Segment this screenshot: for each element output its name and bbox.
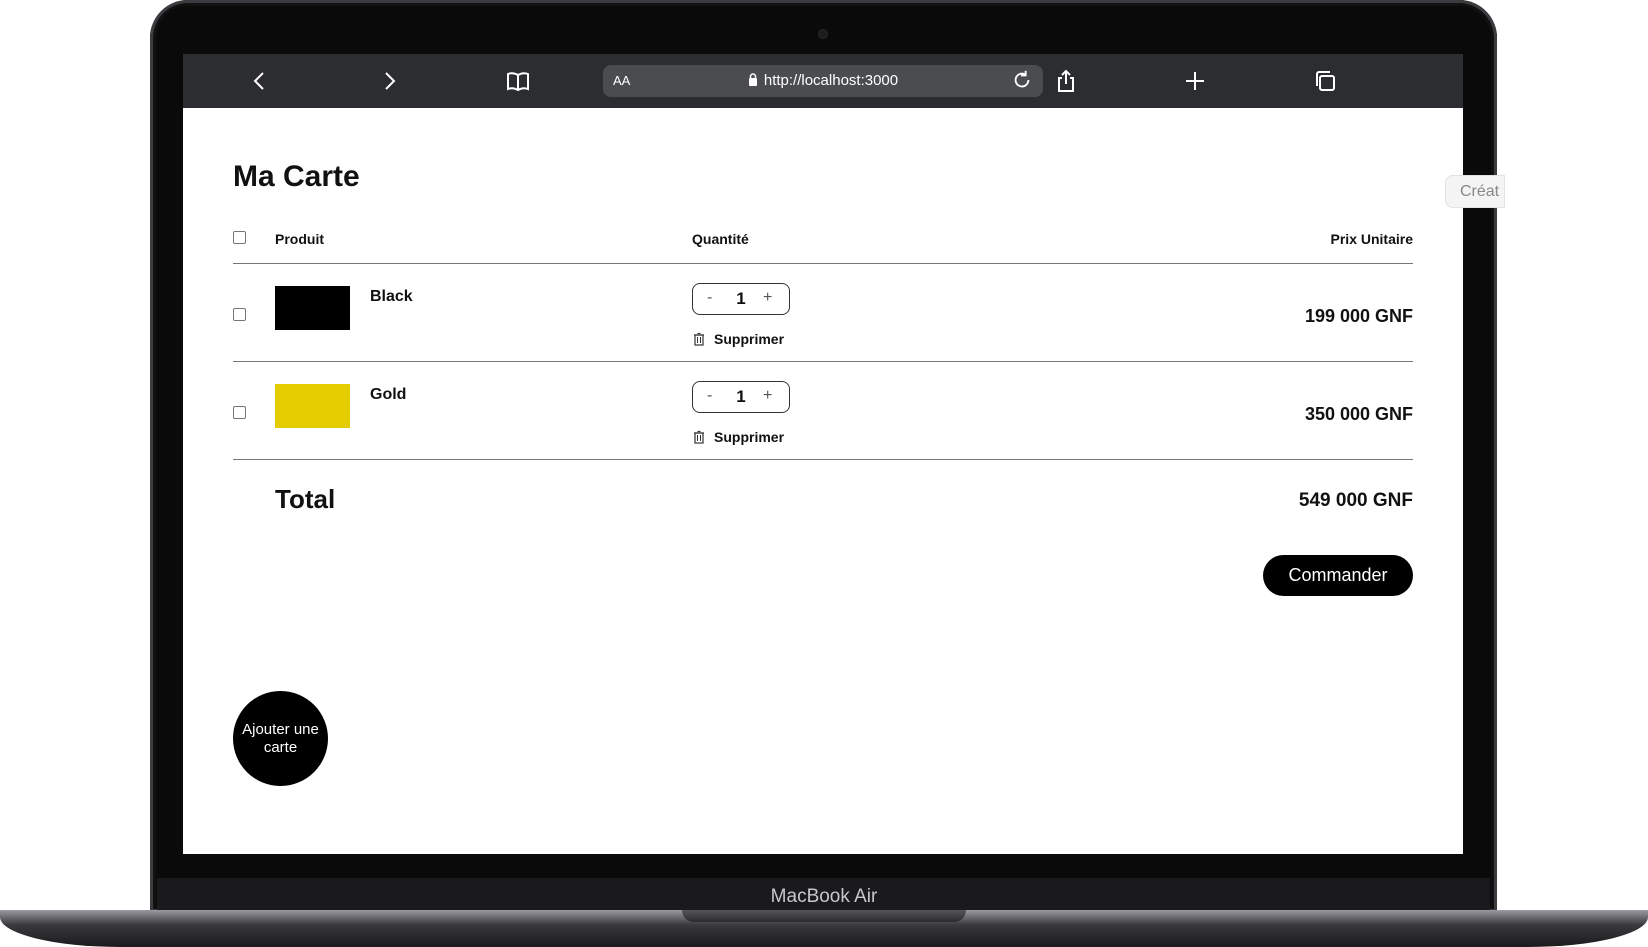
new-tab-icon[interactable] — [1182, 68, 1208, 94]
product-name: Gold — [370, 386, 407, 403]
item-checkbox[interactable] — [233, 406, 246, 419]
unit-price: 350 000 GNF — [1304, 404, 1413, 424]
quantity-value[interactable]: 1 — [693, 289, 789, 309]
quantity-value[interactable]: 1 — [693, 387, 789, 407]
trash-icon — [694, 332, 704, 346]
tabs-icon[interactable] — [1312, 68, 1338, 94]
trash-icon — [694, 430, 704, 444]
divider — [233, 459, 1413, 460]
product-thumbnail — [275, 286, 350, 330]
reload-icon[interactable] — [1011, 69, 1035, 93]
url-display: http://localhost:3000 — [603, 72, 1043, 89]
add-card-button[interactable]: Ajouter une carte — [233, 691, 328, 786]
screen: AA http://localhost:3000 Ma Carte Produi… — [183, 54, 1463, 854]
forward-icon[interactable] — [376, 68, 402, 94]
product-name: Black — [370, 288, 413, 305]
back-icon[interactable] — [247, 68, 273, 94]
product-thumbnail — [275, 384, 350, 428]
increment-button[interactable]: + — [763, 387, 772, 405]
remove-label: Supprimer — [714, 331, 785, 347]
laptop-notch — [682, 910, 966, 922]
lock-icon — [748, 73, 757, 86]
quantity-stepper: - 1 + — [692, 381, 790, 413]
side-tab[interactable]: Créat — [1445, 175, 1505, 208]
order-button[interactable]: Commander — [1263, 555, 1413, 596]
url-text: http://localhost:3000 — [763, 72, 899, 89]
divider — [233, 361, 1413, 362]
item-checkbox[interactable] — [233, 308, 246, 321]
bookmarks-icon[interactable] — [505, 68, 531, 94]
column-header-product: Produit — [275, 231, 324, 247]
browser-toolbar: AA http://localhost:3000 — [183, 54, 1463, 108]
camera — [819, 30, 827, 38]
page-title: Ma Carte — [233, 160, 360, 193]
quantity-stepper: - 1 + — [692, 283, 790, 315]
divider — [233, 263, 1413, 264]
model-label: MacBook Air — [770, 886, 878, 907]
total-label: Total — [275, 484, 336, 514]
share-icon[interactable] — [1053, 68, 1079, 94]
increment-button[interactable]: + — [763, 289, 772, 307]
total-value: 549 000 GNF — [1298, 490, 1413, 511]
column-header-unit-price: Prix Unitaire — [1330, 231, 1413, 247]
column-header-quantity: Quantité — [692, 231, 749, 247]
remove-label: Supprimer — [714, 429, 785, 445]
url-field[interactable]: AA http://localhost:3000 — [603, 65, 1043, 97]
add-card-label: Ajouter une carte — [242, 720, 319, 756]
remove-item-button[interactable]: Supprimer — [692, 331, 784, 347]
select-all-checkbox[interactable] — [233, 231, 246, 244]
remove-item-button[interactable]: Supprimer — [692, 429, 784, 445]
unit-price: 199 000 GNF — [1304, 306, 1413, 326]
cart-page: Ma Carte Produit Quantité Prix Unitaire … — [183, 108, 1463, 854]
